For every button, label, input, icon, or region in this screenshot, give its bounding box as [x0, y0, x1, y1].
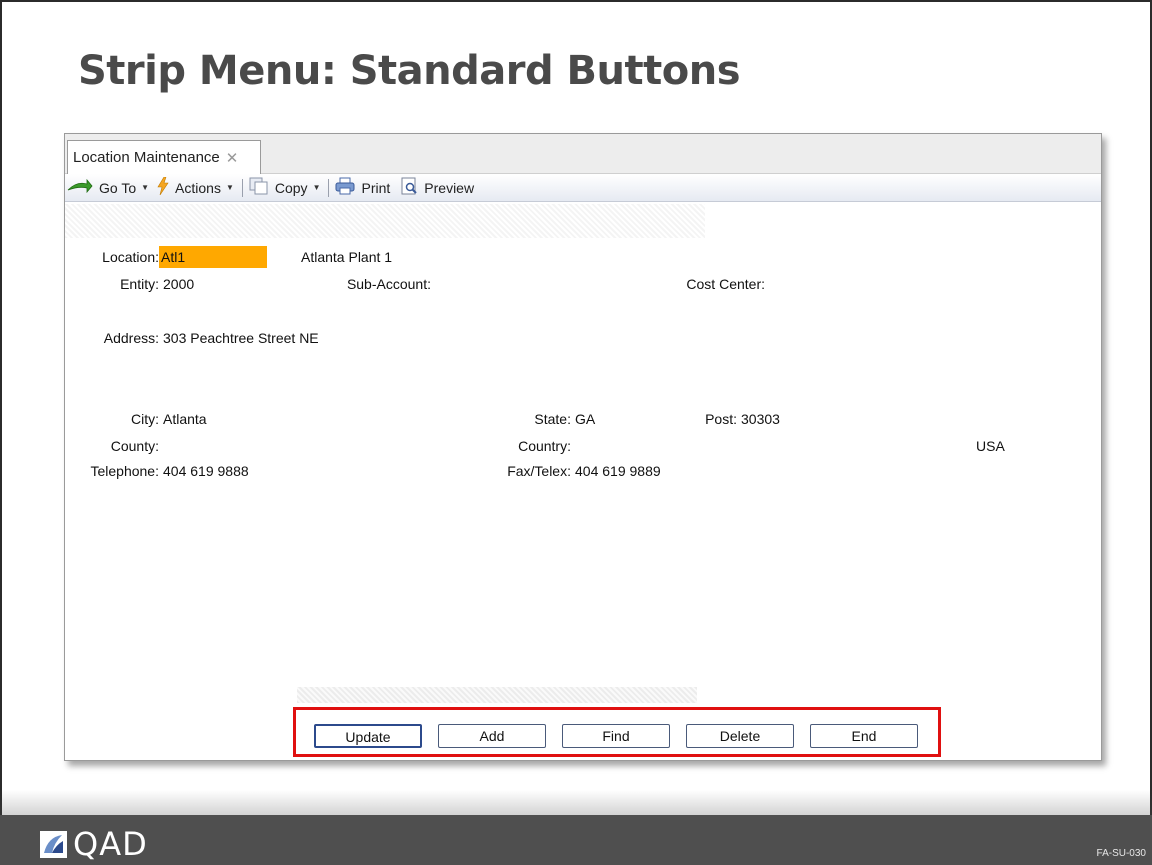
end-button[interactable]: End	[810, 724, 918, 748]
state-field[interactable]: GA	[575, 411, 595, 427]
telephone-field[interactable]: 404 619 9888	[163, 463, 249, 479]
location-label: Location:	[102, 249, 159, 265]
find-button[interactable]: Find	[562, 724, 670, 748]
slide-title: Strip Menu: Standard Buttons	[78, 48, 741, 94]
country-label: Country:	[518, 438, 571, 454]
standard-buttons-highlight: Update Add Find Delete End	[293, 707, 941, 757]
costcenter-label: Cost Center:	[686, 276, 765, 292]
fax-label: Fax/Telex:	[507, 463, 571, 479]
state-label: State:	[534, 411, 571, 427]
entity-label: Entity:	[120, 276, 159, 292]
footer-fade	[0, 790, 1152, 815]
qad-logo-text: QAD	[73, 825, 148, 863]
location-form: Location: Atl1 Atlanta Plant 1 Entity: 2…	[65, 134, 1101, 760]
footer-band	[0, 815, 1152, 865]
slide-code: FA-SU-030	[1096, 848, 1146, 859]
fax-field[interactable]: 404 619 9889	[575, 463, 661, 479]
delete-button[interactable]: Delete	[686, 724, 794, 748]
address-label: Address:	[103, 330, 159, 346]
location-field[interactable]: Atl1	[159, 246, 267, 268]
bottom-stripe	[297, 687, 697, 703]
subaccount-label: Sub-Account:	[346, 276, 431, 292]
post-field[interactable]: 30303	[741, 411, 780, 427]
update-button[interactable]: Update	[314, 724, 422, 748]
location-description: Atlanta Plant 1	[301, 249, 393, 265]
county-label: County:	[110, 438, 159, 454]
qad-logo-icon	[40, 830, 67, 858]
country-field[interactable]: USA	[976, 438, 1005, 454]
add-button[interactable]: Add	[438, 724, 546, 748]
telephone-label: Telephone:	[90, 463, 159, 479]
app-window: Location Maintenance ✕ Go To ▼ Actions ▼	[64, 133, 1102, 761]
qad-logo: QAD	[40, 825, 148, 863]
address-field[interactable]: 303 Peachtree Street NE	[163, 330, 319, 346]
city-label: City:	[131, 411, 159, 427]
entity-field[interactable]: 2000	[163, 276, 194, 292]
city-field[interactable]: Atlanta	[163, 411, 207, 427]
post-label: Post:	[705, 411, 737, 427]
